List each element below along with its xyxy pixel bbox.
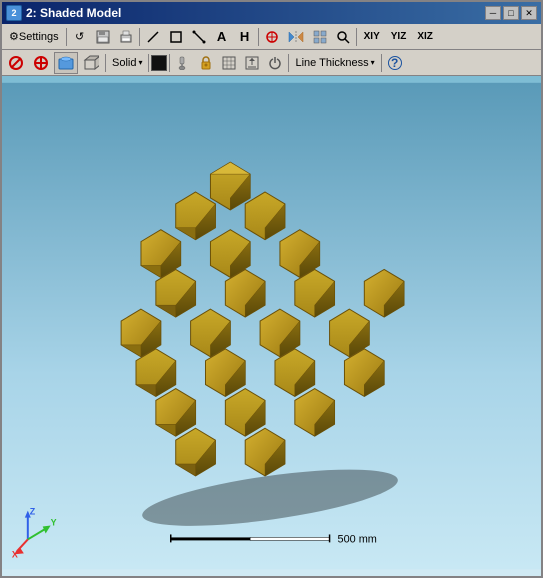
grid-view-icon xyxy=(313,30,327,44)
refresh-icon: ↺ xyxy=(75,30,84,43)
grid-overlay-icon xyxy=(222,56,236,70)
line-tool-button[interactable] xyxy=(142,26,164,48)
diagonal-tool-icon xyxy=(192,30,206,44)
no-display-button[interactable] xyxy=(4,52,28,74)
svg-text:500 mm: 500 mm xyxy=(338,533,377,545)
text-a-icon: A xyxy=(217,29,226,44)
view-mode-icon xyxy=(58,55,74,71)
toolbar-separator-3 xyxy=(258,28,259,46)
line-thickness-chevron-icon: ▾ xyxy=(371,58,375,67)
line-tool-icon xyxy=(146,30,160,44)
title-bar-left: 2 2: Shaded Model xyxy=(6,5,121,21)
save-button[interactable] xyxy=(92,26,114,48)
toolbar-2: Solid ▾ xyxy=(2,50,541,76)
line-thickness-button[interactable]: Line Thickness ▾ xyxy=(291,52,378,74)
export-icon xyxy=(245,56,259,70)
maximize-button[interactable]: □ xyxy=(503,6,519,20)
svg-text:Y: Y xyxy=(51,518,57,528)
no-display2-button[interactable] xyxy=(29,52,53,74)
svg-text:Z: Z xyxy=(30,507,36,517)
toolbar2-separator-4 xyxy=(288,54,289,72)
solid-dropdown-button[interactable]: Solid ▾ xyxy=(108,52,146,74)
grid-overlay-button[interactable] xyxy=(218,52,240,74)
power-icon xyxy=(268,56,282,70)
power-button[interactable] xyxy=(264,52,286,74)
xiz-button[interactable]: XIZ xyxy=(412,26,438,48)
title-bar: 2 2: Shaded Model ─ □ ✕ xyxy=(2,2,541,24)
box-view-button[interactable] xyxy=(79,52,103,74)
grid-view-button[interactable] xyxy=(309,26,331,48)
solid-chevron-icon: ▾ xyxy=(138,58,142,67)
toolbar2-separator-3 xyxy=(169,54,170,72)
close-button[interactable]: ✕ xyxy=(521,6,537,20)
diagonal-tool-button[interactable] xyxy=(188,26,210,48)
toolbar-separator-2 xyxy=(139,28,140,46)
view-mode-button[interactable] xyxy=(54,52,78,74)
snap-icon xyxy=(265,30,279,44)
toolbar2-separator-2 xyxy=(148,54,149,72)
search-button[interactable] xyxy=(332,26,354,48)
print-icon xyxy=(119,30,133,44)
rect-tool-icon xyxy=(169,30,183,44)
no-display-icon xyxy=(8,55,24,71)
settings-button[interactable]: ⚙ Settings xyxy=(4,26,64,48)
3d-scene: Z Y X 500 mm xyxy=(2,76,541,576)
box-view-icon xyxy=(83,55,99,71)
lock-icon xyxy=(199,56,213,70)
title-bar-controls: ─ □ ✕ xyxy=(485,6,537,20)
svg-text:X: X xyxy=(12,549,18,559)
text-h-icon: H xyxy=(240,29,249,44)
window-title: 2: Shaded Model xyxy=(26,6,121,20)
toolbar2-separator-1 xyxy=(105,54,106,72)
toolbar-1: ⚙ Settings ↺ A H xyxy=(2,24,541,50)
main-window: 2 2: Shaded Model ─ □ ✕ ⚙ Settings ↺ xyxy=(0,0,543,578)
minimize-button[interactable]: ─ xyxy=(485,6,501,20)
save-icon xyxy=(96,30,110,44)
rect-tool-button[interactable] xyxy=(165,26,187,48)
search-icon xyxy=(336,30,350,44)
refresh-button[interactable]: ↺ xyxy=(69,26,91,48)
toolbar2-separator-5 xyxy=(381,54,382,72)
text-h-button[interactable]: H xyxy=(234,26,256,48)
help-button[interactable]: ? xyxy=(384,52,406,74)
lock-button[interactable] xyxy=(195,52,217,74)
viewport[interactable]: Z Y X 500 mm xyxy=(2,76,541,576)
settings-icon: ⚙ xyxy=(9,30,19,43)
xiy-button[interactable]: XIY xyxy=(359,26,385,48)
snap-button[interactable] xyxy=(261,26,283,48)
window-icon: 2 xyxy=(6,5,22,21)
yiz-button[interactable]: YIZ xyxy=(386,26,412,48)
toolbar-separator-4 xyxy=(356,28,357,46)
help-icon: ? xyxy=(388,56,402,70)
print-button[interactable] xyxy=(115,26,137,48)
brush-button[interactable] xyxy=(172,52,194,74)
brush-icon xyxy=(176,56,190,70)
color-swatch[interactable] xyxy=(151,55,167,71)
toolbar-separator-1 xyxy=(66,28,67,46)
export-button[interactable] xyxy=(241,52,263,74)
mirror-button[interactable] xyxy=(284,26,308,48)
mirror-icon xyxy=(288,30,304,44)
text-a-button[interactable]: A xyxy=(211,26,233,48)
no-display2-icon xyxy=(33,55,49,71)
